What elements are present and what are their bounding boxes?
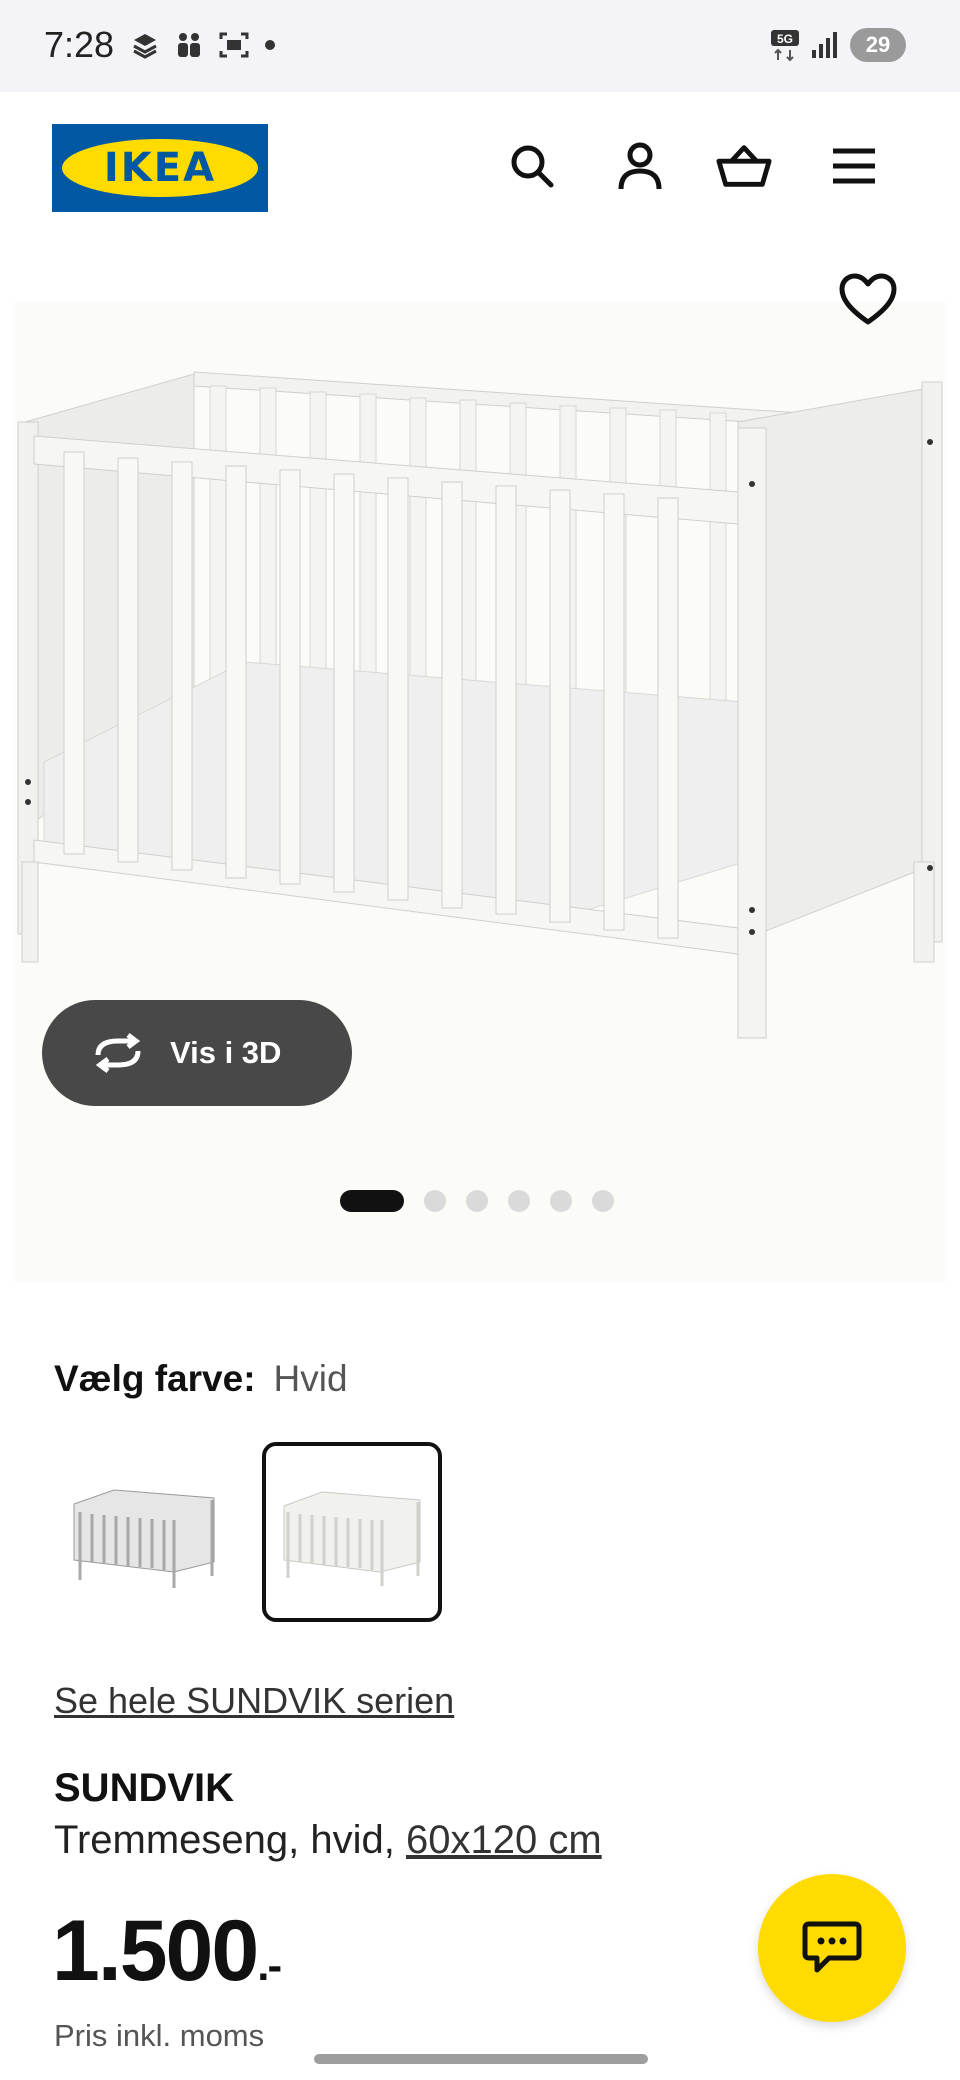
gallery-pagination[interactable]: [340, 1190, 614, 1212]
svg-text:5G: 5G: [777, 32, 793, 46]
people-notification-icon: [178, 33, 200, 57]
profile-icon[interactable]: [612, 138, 668, 194]
pagination-dot-5[interactable]: [550, 1190, 572, 1212]
color-swatch-white-selected[interactable]: [262, 1442, 442, 1622]
view-3d-label: Vis i 3D: [170, 1035, 282, 1070]
ikea-logo[interactable]: IKEA: [52, 124, 268, 212]
screenshot-notification-icon: [219, 32, 249, 58]
product-size-link[interactable]: 60x120 cm: [406, 1818, 602, 1862]
logo-oval: IKEA: [62, 139, 258, 197]
crib-image: [14, 302, 946, 1282]
status-bar: 7:28 5G 29: [0, 0, 960, 92]
rotate-3d-icon: [95, 1033, 141, 1073]
color-label: Vælg farve:: [54, 1358, 256, 1399]
price-suffix: .-: [257, 1941, 282, 1990]
pagination-dot-1[interactable]: [340, 1190, 404, 1212]
chat-icon: [802, 1921, 862, 1973]
color-value: Hvid: [273, 1358, 348, 1399]
logo-text: IKEA: [103, 145, 217, 191]
status-time: 7:28: [44, 24, 115, 65]
price-amount: 1.500: [52, 1903, 259, 1999]
signal-icon: [812, 32, 837, 58]
pagination-dot-3[interactable]: [466, 1190, 488, 1212]
product-price: 1.500.-: [52, 1902, 282, 2001]
view-3d-button[interactable]: Vis i 3D: [42, 1000, 352, 1106]
basket-icon[interactable]: [716, 138, 772, 194]
site-header: IKEA: [0, 92, 960, 242]
app-notification-icon: [133, 34, 157, 59]
dot-notification-icon: [265, 40, 275, 50]
color-selector-label: Vælg farve: Hvid: [54, 1358, 348, 1400]
pagination-dot-2[interactable]: [424, 1190, 446, 1212]
product-description: Tremmeseng, hvid, 60x120 cm: [54, 1818, 602, 1863]
pagination-dot-6[interactable]: [592, 1190, 614, 1212]
search-icon[interactable]: [504, 138, 560, 194]
series-link[interactable]: Se hele SUNDVIK serien: [54, 1680, 454, 1722]
favorite-heart-icon[interactable]: [838, 272, 898, 328]
network-5g-icon: 5G: [771, 30, 799, 62]
status-indicators: 5G 29: [770, 28, 906, 62]
pagination-dot-4[interactable]: [508, 1190, 530, 1212]
battery-indicator: 29: [850, 28, 906, 62]
product-name: SUNDVIK: [54, 1766, 235, 1810]
product-type: Tremmeseng, hvid,: [54, 1818, 395, 1862]
notification-icons: [130, 30, 276, 60]
home-indicator[interactable]: [314, 2054, 648, 2064]
color-swatch-grey[interactable]: [54, 1442, 234, 1622]
menu-icon[interactable]: [826, 138, 882, 194]
chat-button[interactable]: [758, 1874, 906, 2022]
product-gallery[interactable]: Vis i 3D: [0, 242, 960, 1282]
price-note: Pris inkl. moms: [54, 2018, 265, 2053]
